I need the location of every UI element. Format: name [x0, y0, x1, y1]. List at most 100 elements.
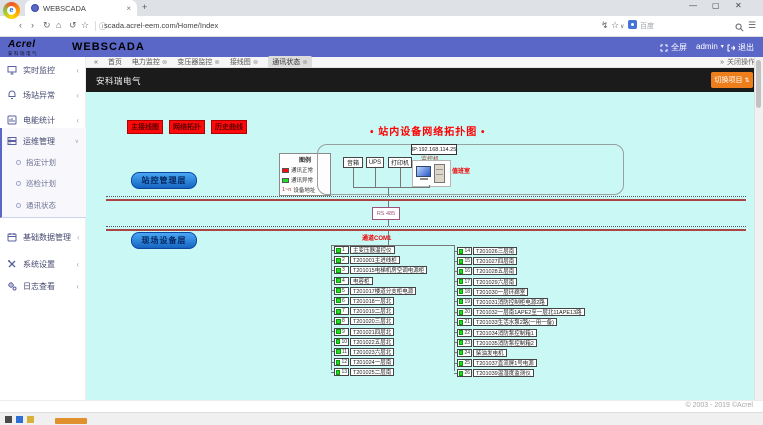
device-row[interactable]: 6 T201018一层北 — [331, 297, 427, 305]
tab-home[interactable]: 首页 — [108, 57, 122, 67]
device-row[interactable]: 2 T201001主进线柜 — [331, 256, 427, 264]
device-row[interactable]: 17 T201029六层南 — [454, 278, 585, 286]
device-row[interactable]: 25 T201037直流屏1号电源 — [454, 359, 585, 367]
logout-button[interactable]: 退出 — [727, 42, 754, 53]
device-row[interactable]: 11 T201023六层北 — [331, 348, 427, 356]
device-row[interactable]: 14 T201026三层南 — [454, 247, 585, 255]
tab-power-monitoring[interactable]: 电力监控⊗ — [132, 57, 167, 67]
device-row[interactable]: 22 T201034消防泵控制箱1 — [454, 329, 585, 337]
device-name-box[interactable]: T201037直流屏1号电源 — [473, 359, 537, 367]
scrollbar-track[interactable] — [754, 57, 763, 400]
close-tab-icon[interactable]: ⊗ — [302, 58, 307, 66]
fullscreen-button[interactable]: 全屏 — [660, 42, 687, 53]
url-field[interactable]: scada.acrel-eem.com/Home/Index — [104, 21, 218, 30]
chevron-down-icon[interactable]: ∨ — [620, 23, 624, 30]
sidebar-item-ops-management[interactable]: 运维管理∨ — [0, 131, 86, 151]
device-row[interactable]: 12 T201024一层南 — [331, 358, 427, 366]
forward-icon[interactable]: › — [31, 20, 34, 30]
device-name-box[interactable]: T201034消防泵控制箱1 — [473, 329, 537, 337]
sidebar-item-log-viewer[interactable]: 日志查看‹ — [0, 276, 86, 296]
search-engine-icon[interactable] — [628, 20, 637, 29]
device-name-box[interactable]: T201001主进线柜 — [350, 256, 400, 264]
device-row[interactable]: 5 T201017楼道分支柜电源 — [331, 287, 427, 295]
history-icon[interactable]: ↺ — [69, 20, 77, 31]
switch-project-button[interactable]: 切换项目 ⇅ — [711, 72, 753, 88]
device-row[interactable]: 15 T201027四层南 — [454, 257, 585, 265]
device-row[interactable]: 19 T201031消防控制柜电源2路 — [454, 298, 585, 306]
sidebar-item-energy-statistics[interactable]: 电能统计‹ — [0, 110, 86, 130]
device-name-box[interactable]: T201017楼道分支柜电源 — [350, 287, 416, 295]
device-row[interactable]: 4 电容柜 — [331, 277, 427, 285]
sidebar-item-station-abnormal[interactable]: 场站异常‹ — [0, 85, 86, 105]
sidebar-item-basic-data[interactable]: 基础数据管理‹ — [0, 227, 86, 247]
device-name-box[interactable]: T201035消防泵控制箱2 — [473, 339, 537, 347]
sidebar-subitem-inspection-plan[interactable]: 巡检计划 — [0, 174, 86, 192]
device-row[interactable]: 7 T201019二层北 — [331, 307, 427, 315]
device-name-box[interactable]: T201025二层南 — [350, 368, 394, 376]
search-icon[interactable] — [735, 19, 744, 37]
device-row[interactable]: 24 柴油发电机 — [454, 349, 585, 357]
close-tab-icon[interactable]: ⊗ — [162, 58, 167, 66]
close-tab-icon[interactable]: ⊗ — [214, 58, 219, 66]
tab-communication-status[interactable]: 通讯状态⊗ — [268, 56, 311, 68]
device-row[interactable]: 10 T201022五层北 — [331, 338, 427, 346]
device-name-box[interactable]: T201028五层南 — [473, 267, 517, 275]
device-row[interactable]: 3 T201015电梯机房空调电源柜 — [331, 266, 427, 274]
flash-extension-icon[interactable]: ↯ — [601, 20, 609, 31]
menu-icon[interactable]: ☰ — [748, 20, 756, 31]
device-name-box[interactable]: T201026三层南 — [473, 247, 517, 255]
device-row[interactable]: 8 T201020三层北 — [331, 317, 427, 325]
bookmark-icon[interactable]: ☆ — [81, 20, 89, 31]
home-icon[interactable]: ⌂ — [56, 20, 61, 30]
device-name-box[interactable]: T201032一层南1APE2至一层北11APE13路 — [473, 308, 585, 316]
device-name-box[interactable]: T201015电梯机房空调电源柜 — [350, 266, 427, 274]
close-tab-icon[interactable]: ⊗ — [253, 58, 258, 66]
sidebar-item-realtime-monitoring[interactable]: 实时监控‹ — [0, 60, 86, 80]
sidebar-subitem-communication-status[interactable]: 通讯状态 — [0, 196, 86, 214]
star-icon[interactable]: ☆ — [611, 20, 619, 31]
window-close-button[interactable]: ✕ — [735, 1, 742, 10]
reload-icon[interactable]: ↻ — [43, 20, 51, 31]
device-name-box[interactable]: T201023六层北 — [350, 348, 394, 356]
device-name-box[interactable]: T201027四层南 — [473, 257, 517, 265]
window-maximize-button[interactable]: ▢ — [712, 1, 720, 10]
user-menu[interactable]: admin ▾ — [696, 42, 724, 51]
ups-device-box[interactable]: UPS — [366, 157, 384, 168]
tab-wiring-diagram[interactable]: 接线图⊗ — [230, 57, 258, 67]
device-name-box[interactable]: T201024一层南 — [350, 358, 394, 366]
device-name-box[interactable]: T201029六层南 — [473, 278, 517, 286]
device-name-box[interactable]: T201031消防控制柜电源2路 — [473, 298, 548, 306]
device-name-box[interactable]: 主变压器温控仪 — [350, 246, 395, 254]
device-row[interactable]: 9 T201021四层北 — [331, 328, 427, 336]
close-operations-menu[interactable]: » 关闭操作 — [720, 57, 755, 67]
device-name-box[interactable]: T201018一层北 — [350, 297, 394, 305]
sidebar-item-system-settings[interactable]: 系统设置‹ — [0, 254, 86, 274]
browser-tab[interactable]: WEBSCADA × — [25, 0, 137, 16]
collapse-tabs-icon[interactable]: « — [94, 59, 98, 66]
browser-logo-icon[interactable]: e — [3, 2, 20, 19]
device-name-box[interactable]: T201020三层北 — [350, 317, 394, 325]
tab-transformer-monitoring[interactable]: 变压器监控⊗ — [177, 57, 219, 67]
scrollbar-thumb[interactable] — [756, 60, 761, 108]
window-minimize-button[interactable]: — — [689, 1, 697, 10]
device-name-box[interactable]: 电容柜 — [350, 277, 373, 285]
network-topology-view-button[interactable]: 网络拓扑 — [169, 120, 205, 134]
monitoring-computer-icon[interactable] — [412, 160, 451, 187]
device-row[interactable]: 23 T201035消防泵控制箱2 — [454, 339, 585, 347]
device-row[interactable]: 21 T201033生活水泵2路(一用一备) — [454, 318, 585, 326]
device-name-box[interactable]: T201030一层环廊室 — [473, 288, 528, 296]
sidebar-subitem-assigned-plan[interactable]: 指定计划 — [0, 153, 86, 171]
device-name-box[interactable]: T201039温湿度监测仪 — [473, 369, 534, 377]
device-row[interactable]: 18 T201030一层环廊室 — [454, 288, 585, 296]
speaker-device-box[interactable]: 音箱 — [343, 157, 363, 168]
new-tab-button[interactable]: + — [142, 2, 147, 12]
device-row[interactable]: 20 T201032一层南1APE2至一层北11APE13路 — [454, 308, 585, 316]
tab-close-icon[interactable]: × — [126, 4, 131, 13]
printer-device-box[interactable]: 打印机 — [388, 157, 412, 168]
device-name-box[interactable]: T201022五层北 — [350, 338, 394, 346]
device-name-box[interactable]: T201021四层北 — [350, 328, 394, 336]
device-row[interactable]: 16 T201028五层南 — [454, 267, 585, 275]
back-icon[interactable]: ‹ — [19, 20, 22, 30]
history-curve-view-button[interactable]: 历史曲线 — [211, 120, 247, 134]
device-row[interactable]: 13 T201025二层南 — [331, 368, 427, 376]
